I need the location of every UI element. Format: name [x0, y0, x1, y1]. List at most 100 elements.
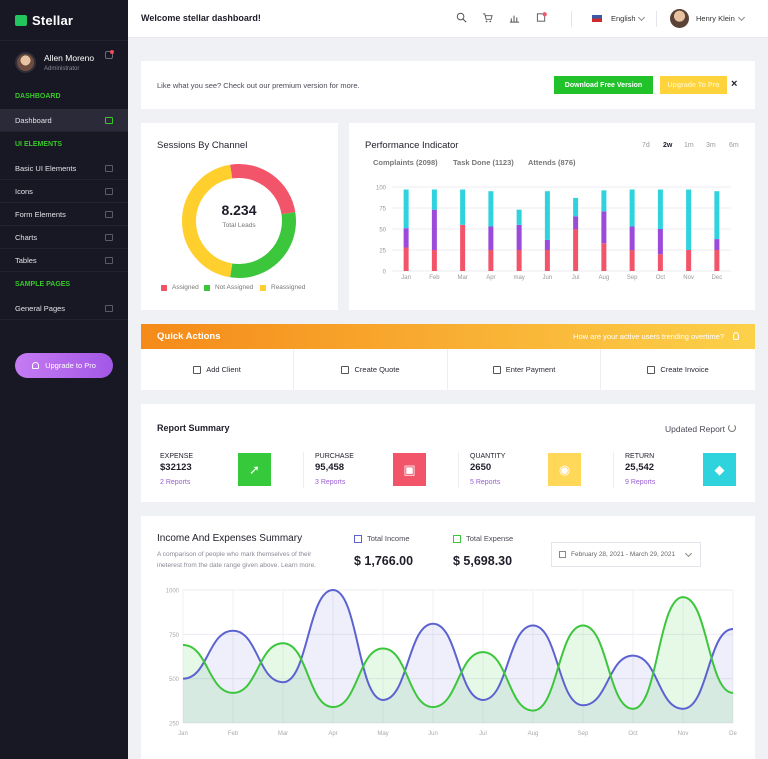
notification-icon[interactable] — [105, 50, 114, 59]
bar-attends-mar[interactable] — [460, 189, 466, 225]
stat-label: QUANTITY — [470, 453, 506, 460]
stat-reports-link[interactable]: 9 Reports — [625, 479, 768, 486]
briefcase-icon[interactable]: ▣ — [393, 453, 426, 486]
sidebar-item-form-elements[interactable]: Form Elements — [0, 203, 128, 226]
stat-divider — [613, 452, 614, 488]
upgrade-to-pro-button[interactable]: Upgrade to Pro — [15, 353, 113, 378]
rocket-icon[interactable]: ➚ — [238, 453, 271, 486]
bar-complaints-apr[interactable] — [488, 250, 494, 271]
stat-value: 95,458 — [315, 462, 345, 473]
top-bar: Welcome stellar dashboard! English Henry… — [128, 0, 768, 38]
y-tick-label: 75 — [379, 207, 386, 213]
sidebar-item-dashboard[interactable]: Dashboard — [0, 109, 128, 132]
y-tick-label: 0 — [383, 270, 387, 276]
bar-attends-feb[interactable] — [431, 189, 437, 210]
stat-reports-link[interactable]: 5 Reports — [470, 479, 623, 486]
bar-task-done-jun[interactable] — [544, 239, 550, 250]
chart-icon[interactable] — [509, 12, 520, 23]
add-client-action[interactable]: Add Client — [141, 349, 294, 390]
bar-task-done-feb[interactable] — [431, 209, 437, 250]
bar-complaints-feb[interactable] — [431, 250, 437, 271]
diamond-icon[interactable]: ◆ — [703, 453, 736, 486]
bar-complaints-jul[interactable] — [573, 229, 579, 271]
stat-reports-link[interactable]: 3 Reports — [315, 479, 468, 486]
stat-value: 2650 — [470, 462, 492, 473]
enter-payment-action[interactable]: Enter Payment — [448, 349, 601, 390]
brand-name: Stellar — [32, 12, 74, 28]
language-select[interactable]: English — [611, 14, 636, 23]
donut-total-value: 8.234 — [221, 202, 256, 218]
bar-attends-aug[interactable] — [601, 190, 607, 212]
sidebar: Stellar Allen Moreno Administrator DASHB… — [0, 0, 128, 759]
stat-reports-link[interactable]: 2 Reports — [160, 479, 313, 486]
sidebar-item-charts[interactable]: Charts — [0, 226, 128, 249]
legend-label: Reassigned — [271, 284, 306, 291]
sidebar-item-tables[interactable]: Tables — [0, 249, 128, 272]
bar-attends-oct[interactable] — [657, 189, 663, 229]
bar-complaints-aug[interactable] — [601, 243, 607, 271]
bar-attends-jul[interactable] — [573, 197, 579, 217]
sidebar-item-basic-ui-elements[interactable]: Basic UI Elements — [0, 157, 128, 180]
sidebar-item-label: Icons — [15, 187, 33, 196]
notifications-icon[interactable] — [536, 12, 547, 23]
chevron-down-icon[interactable] — [737, 13, 746, 22]
bar-task-done-jan[interactable] — [403, 228, 409, 248]
bar-complaints-jun[interactable] — [544, 250, 550, 271]
user-avatar[interactable] — [670, 9, 689, 28]
bar-task-done-apr[interactable] — [488, 226, 494, 250]
bar-complaints-sep[interactable] — [629, 250, 635, 271]
quick-actions-title: Quick Actions — [157, 331, 221, 342]
pin-icon[interactable]: ◉ — [548, 453, 581, 486]
bar-task-done-sep[interactable] — [629, 226, 635, 250]
bar-complaints-may[interactable] — [516, 250, 522, 271]
upgrade-pro-button[interactable]: Upgrade To Pro — [660, 76, 727, 94]
x-tick-label: Oct — [628, 731, 638, 737]
sessions-donut-chart: 8.234 Total Leads — [182, 164, 296, 278]
sidebar-profile[interactable]: Allen Moreno Administrator — [0, 40, 128, 84]
bar-complaints-oct[interactable] — [657, 254, 663, 271]
donut-slice-reassigned[interactable] — [182, 164, 233, 278]
x-tick-label: Feb — [429, 275, 440, 281]
brand[interactable]: Stellar — [0, 0, 128, 40]
chevron-down-icon[interactable] — [637, 13, 646, 22]
sidebar-item-label: Charts — [15, 233, 38, 242]
report-stat-return: RETURN 25,542 9 Reports ◆ — [625, 453, 768, 489]
create-quote-action[interactable]: Create Quote — [295, 349, 448, 390]
bar-task-done-aug[interactable] — [601, 211, 607, 244]
user-icon — [193, 365, 202, 374]
profile-role: Administrator — [44, 66, 80, 72]
cart-icon[interactable] — [482, 12, 493, 23]
bar-task-done-dec[interactable] — [714, 239, 720, 250]
bar-task-done-may[interactable] — [516, 224, 522, 250]
bar-task-done-oct[interactable] — [657, 229, 663, 255]
stat-icon-glyph: ◉ — [558, 461, 571, 477]
bar-attends-nov[interactable] — [686, 189, 692, 250]
search-icon[interactable] — [456, 12, 467, 23]
bar-attends-jun[interactable] — [544, 191, 550, 240]
sidebar-nav: DASHBOARD Dashboard UI ELEMENTS Basic UI El… — [0, 84, 128, 320]
bar-attends-apr[interactable] — [488, 191, 494, 227]
user-name[interactable]: Henry Klein — [696, 14, 735, 23]
legend-item: Assigned — [161, 284, 199, 291]
legend-swatch — [204, 284, 210, 291]
bar-complaints-dec[interactable] — [714, 250, 720, 271]
refresh-icon[interactable] — [728, 424, 736, 432]
create-invoice-action[interactable]: Create Invoice — [602, 349, 755, 390]
bar-complaints-jan[interactable] — [403, 247, 409, 271]
x-tick-label: may — [513, 275, 524, 281]
bar-attends-dec[interactable] — [714, 191, 720, 240]
sidebar-item-icons[interactable]: Icons — [0, 180, 128, 203]
close-icon[interactable]: × — [731, 78, 737, 90]
bar-attends-may[interactable] — [516, 209, 522, 225]
bar-attends-sep[interactable] — [629, 189, 635, 227]
sidebar-item-general-pages[interactable]: General Pages — [0, 297, 128, 320]
report-stat-quantity: QUANTITY 2650 5 Reports ◉ — [470, 453, 623, 489]
bar-complaints-mar[interactable] — [460, 224, 466, 271]
updated-report-link[interactable]: Updated Report — [665, 424, 725, 434]
x-tick-label: Nov — [678, 731, 689, 737]
bar-attends-jan[interactable] — [403, 189, 409, 229]
bar-complaints-nov[interactable] — [686, 250, 692, 271]
bar-task-done-jul[interactable] — [573, 216, 579, 229]
x-tick-label: Jun — [543, 275, 553, 281]
download-free-button[interactable]: Download Free Version — [554, 76, 653, 94]
